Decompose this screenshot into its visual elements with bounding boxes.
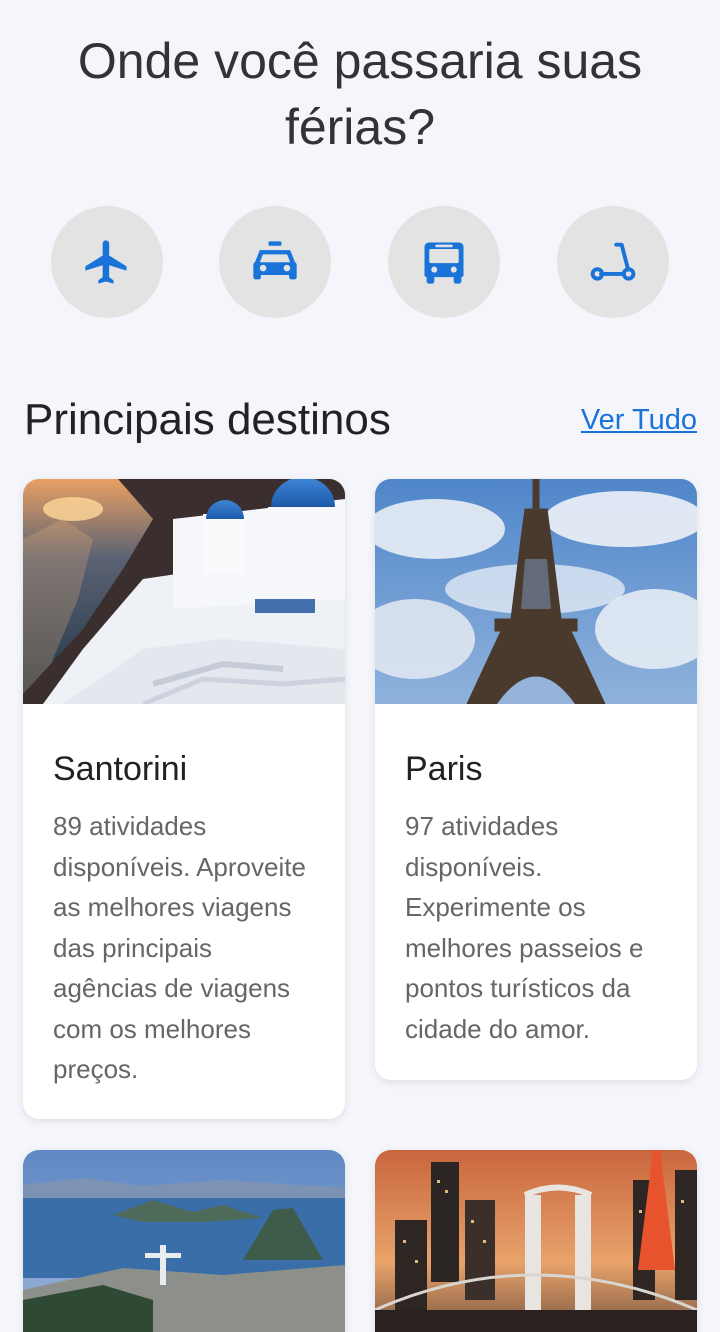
taxi-button[interactable] xyxy=(219,206,331,318)
airplane-button[interactable] xyxy=(51,206,163,318)
destination-name: Paris xyxy=(405,750,483,788)
destination-description: 89 atividades disponíveis. Aproveite as … xyxy=(53,811,306,1084)
paris-image xyxy=(375,479,697,704)
destination-card-rio[interactable] xyxy=(23,1150,345,1332)
taxi-icon xyxy=(253,241,297,280)
scooter-button[interactable] xyxy=(557,206,669,318)
tokyo-image xyxy=(375,1150,697,1332)
section-title: Principais destinos xyxy=(24,395,391,444)
destination-name: Santorini xyxy=(53,750,188,788)
see-all-link[interactable]: Ver Tudo xyxy=(581,402,697,438)
destination-card-paris[interactable]: Paris 97 atividades disponíveis. Experim… xyxy=(375,479,697,1080)
destination-card-santorini[interactable]: Santorini 89 atividades disponíveis. Apr… xyxy=(23,479,345,1119)
rio-image xyxy=(23,1150,345,1332)
airplane-icon xyxy=(85,240,127,284)
bus-icon xyxy=(424,242,464,284)
santorini-image xyxy=(23,479,345,704)
scooter-icon xyxy=(590,242,636,281)
destination-card-tokyo[interactable] xyxy=(375,1150,697,1332)
bus-button[interactable] xyxy=(388,206,500,318)
destination-description: 97 atividades disponíveis. Experimente o… xyxy=(405,811,644,1044)
transport-options xyxy=(0,206,720,318)
page-title: Onde você passaria suas férias? xyxy=(77,33,643,155)
